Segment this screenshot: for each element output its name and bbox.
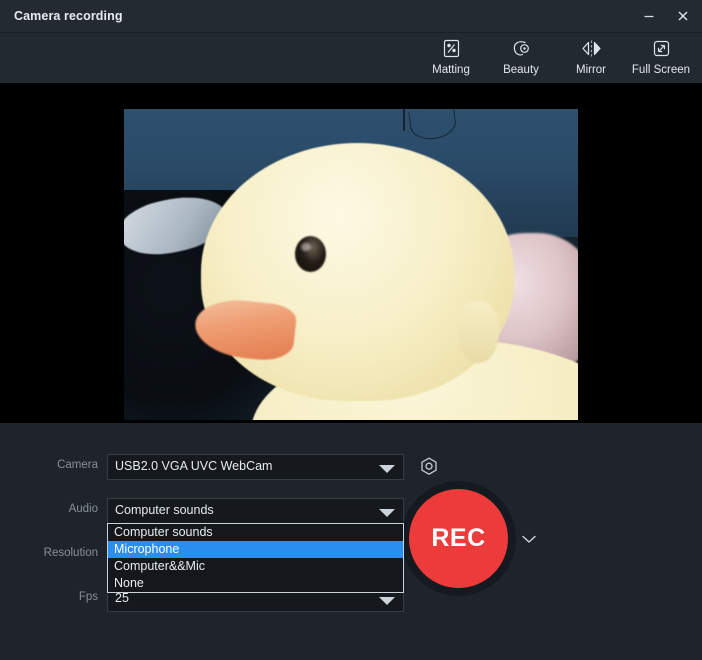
matting-icon [442,36,461,60]
camera-settings-button[interactable] [417,455,441,479]
close-button[interactable] [666,0,700,32]
duck-wing [458,300,499,363]
fullscreen-button[interactable]: Full Screen [626,36,696,76]
camera-label: Camera [57,459,98,471]
dropdown-option-computer-and-mic[interactable]: Computer&&Mic [108,558,403,575]
duck-eye [295,236,327,273]
resolution-label: Resolution [43,547,98,559]
audio-value: Computer sounds [115,503,214,517]
fullscreen-icon [652,36,671,60]
chevron-down-icon [379,465,395,473]
camera-value: USB2.0 VGA UVC WebCam [115,459,273,473]
title-bar: Camera recording [0,0,702,33]
fullscreen-label: Full Screen [631,64,691,76]
record-options-button[interactable] [519,529,539,549]
toolbar-actions: Matting Beauty Mirror Full Screen [416,36,696,76]
chevron-down-icon [379,597,395,605]
camera-preview[interactable] [0,83,702,423]
dropdown-option-microphone[interactable]: Microphone [108,541,403,558]
beauty-button[interactable]: Beauty [486,36,556,76]
matting-button[interactable]: Matting [416,36,486,76]
camera-recording-window: Camera recording Matting Beauty Mirror F… [0,0,702,660]
beauty-icon [511,36,532,60]
mirror-button[interactable]: Mirror [556,36,626,76]
minimize-button[interactable] [632,0,666,32]
video-frame [124,109,578,420]
chevron-down-icon [519,535,539,553]
audio-label: Audio [68,503,98,515]
video-wire-vertical [403,109,406,131]
beauty-label: Beauty [503,64,539,76]
chevron-down-icon [379,509,395,517]
dropdown-option-none[interactable]: None [108,575,403,592]
dropdown-option-computer-sounds[interactable]: Computer sounds [108,524,403,541]
audio-dropdown-list[interactable]: Computer sounds Microphone Computer&&Mic… [107,523,404,593]
record-controls: REC [401,481,536,596]
record-button[interactable]: REC [409,489,508,588]
duck-head [192,143,515,402]
toolbar: Matting Beauty Mirror Full Screen [0,33,702,83]
mirror-label: Mirror [575,64,607,76]
fps-label: Fps [78,591,98,603]
window-title: Camera recording [14,9,123,23]
mirror-icon [581,36,602,60]
camera-select[interactable]: USB2.0 VGA UVC WebCam [107,454,404,480]
fps-value: 25 [115,591,129,605]
matting-label: Matting [432,64,470,76]
audio-select[interactable]: Computer sounds [107,498,404,524]
